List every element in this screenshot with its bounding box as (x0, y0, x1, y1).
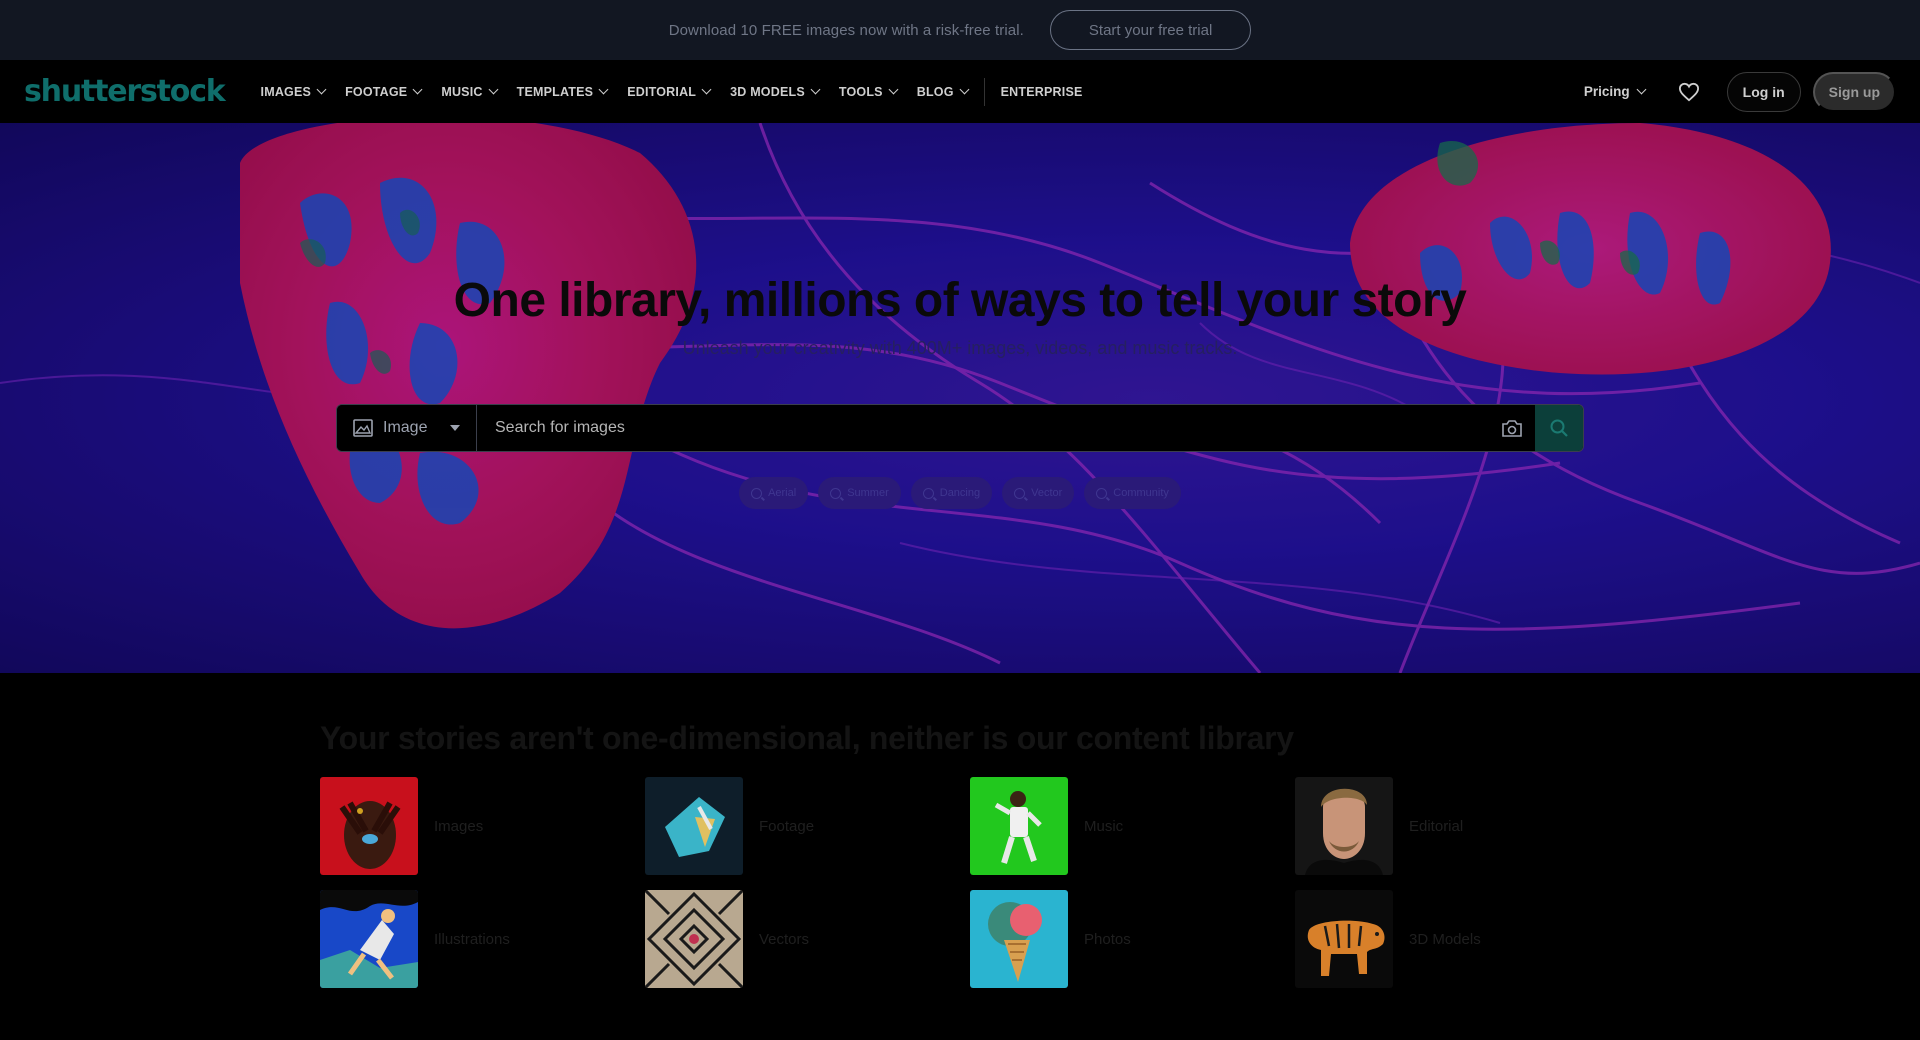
category-label: Vectors (759, 930, 810, 948)
category-label: Illustrations (434, 930, 510, 948)
category-label: 3D Models (1409, 930, 1481, 948)
chip-label: Aerial (768, 487, 797, 499)
nav-item-label: TEMPLATES (516, 84, 594, 99)
nav-item-label: MUSIC (441, 84, 483, 99)
jellyfish-background-image (0, 123, 1920, 673)
search-chip-dancing[interactable]: Dancing (910, 477, 993, 509)
nav-item-footage[interactable]: FOOTAGE (335, 72, 431, 112)
search-bar: Image (336, 404, 1584, 452)
search-type-label: Image (383, 419, 428, 436)
nav-item-label: TOOLS (838, 84, 883, 99)
category-label: Editorial (1409, 817, 1464, 835)
vectors-thumbnail (645, 890, 743, 988)
nav-item-music[interactable]: MUSIC (431, 72, 506, 112)
search-chip-aerial[interactable]: Aerial (739, 477, 809, 509)
chevron-down-icon (810, 84, 821, 95)
images-thumbnail (320, 777, 418, 875)
chip-label: Dancing (939, 487, 981, 499)
nav-item-label: FOOTAGE (345, 84, 408, 99)
chevron-down-icon (701, 84, 712, 95)
category-vectors[interactable]: Vectors (645, 890, 970, 988)
nav-item-label: 3D MODELS (730, 84, 805, 99)
category-label: Music (1084, 817, 1124, 835)
nav-item-images[interactable]: IMAGES (251, 72, 336, 112)
library-section-title: Your stories aren't one-dimensional, nei… (320, 720, 1294, 756)
footage-thumbnail (645, 777, 743, 875)
nav-item-enterprise[interactable]: ENTERPRISE (991, 72, 1093, 112)
nav-actions: Pricing Log in Sign up (1578, 71, 1896, 112)
search-type-dropdown[interactable]: Image (337, 405, 477, 451)
chevron-down-icon (598, 84, 609, 95)
chevron-down-icon (959, 84, 970, 95)
content-categories: Images Footage Music Editorial Illustrat… (320, 777, 1620, 988)
nav-item-label: EDITORIAL (627, 84, 697, 99)
heart-icon[interactable] (1671, 74, 1707, 110)
nav-item-blog[interactable]: BLOG (907, 72, 978, 112)
search-by-image-button[interactable] (1489, 405, 1535, 451)
nav-item-3d-models[interactable]: 3D MODELS (720, 72, 829, 112)
image-icon (353, 419, 373, 437)
chevron-down-icon (888, 84, 899, 95)
caret-down-icon (450, 425, 460, 431)
chevron-down-icon (412, 84, 423, 95)
start-free-trial-button[interactable]: Start your free trial (1049, 10, 1252, 50)
top-navigation: shutterstock IMAGES FOOTAGE MUSIC TEMPLA… (0, 60, 1920, 123)
illustrations-thumbnail (320, 890, 418, 988)
search-icon (1096, 487, 1108, 499)
3d-models-thumbnail (1295, 890, 1393, 988)
search-input[interactable] (477, 405, 1489, 451)
chevron-down-icon (1636, 84, 1647, 95)
chevron-down-icon (488, 84, 499, 95)
search-chip-community[interactable]: Community (1084, 477, 1181, 509)
nav-item-label: BLOG (916, 84, 954, 99)
hero-title: One library, millions of ways to tell yo… (453, 274, 1467, 327)
search-submit-button[interactable] (1535, 405, 1583, 451)
promo-bar: Download 10 FREE images now with a risk-… (0, 0, 1920, 60)
nav-item-templates[interactable]: TEMPLATES (507, 72, 618, 112)
chevron-down-icon (316, 84, 327, 95)
chip-label: Vector (1031, 487, 1063, 499)
sign-up-button[interactable]: Sign up (1812, 71, 1896, 112)
photos-thumbnail (970, 890, 1068, 988)
category-images[interactable]: Images (320, 777, 645, 875)
suggested-searches: Aerial Summer Dancing Vector Community (0, 477, 1920, 509)
category-label: Photos (1084, 930, 1131, 948)
chip-label: Community (1113, 487, 1169, 499)
editorial-thumbnail (1295, 777, 1393, 875)
search-chip-summer[interactable]: Summer (818, 477, 901, 509)
hero-banner: One library, millions of ways to tell yo… (0, 123, 1920, 673)
category-3d-models[interactable]: 3D Models (1295, 890, 1620, 988)
search-icon (1550, 419, 1568, 437)
camera-icon (1502, 420, 1522, 437)
category-footage[interactable]: Footage (645, 777, 970, 875)
search-icon (830, 487, 842, 499)
nav-divider (983, 77, 985, 106)
category-editorial[interactable]: Editorial (1295, 777, 1620, 875)
nav-item-label: IMAGES (260, 84, 312, 99)
category-label: Images (434, 817, 484, 835)
promo-text: Download 10 FREE images now with a risk-… (668, 21, 1024, 39)
category-label: Footage (759, 817, 815, 835)
chip-label: Summer (847, 487, 889, 499)
search-icon (1014, 487, 1026, 499)
nav-menu: IMAGES FOOTAGE MUSIC TEMPLATES EDITORIAL… (251, 72, 1093, 112)
search-chip-vector[interactable]: Vector (1002, 477, 1075, 509)
search-icon (751, 487, 763, 499)
hero-subtitle: Unleash your creativity with 400M+ image… (682, 338, 1238, 358)
shutterstock-logo[interactable]: shutterstock (24, 72, 226, 112)
pricing-label: Pricing (1583, 84, 1630, 99)
search-icon (922, 487, 934, 499)
music-thumbnail (970, 777, 1068, 875)
logo-text: shutterstock (24, 74, 226, 109)
nav-item-editorial[interactable]: EDITORIAL (617, 72, 720, 112)
category-illustrations[interactable]: Illustrations (320, 890, 645, 988)
nav-item-tools[interactable]: TOOLS (829, 72, 907, 112)
log-in-button[interactable]: Log in (1726, 71, 1801, 112)
category-music[interactable]: Music (970, 777, 1295, 875)
pricing-menu[interactable]: Pricing (1578, 84, 1651, 99)
category-photos[interactable]: Photos (970, 890, 1295, 988)
